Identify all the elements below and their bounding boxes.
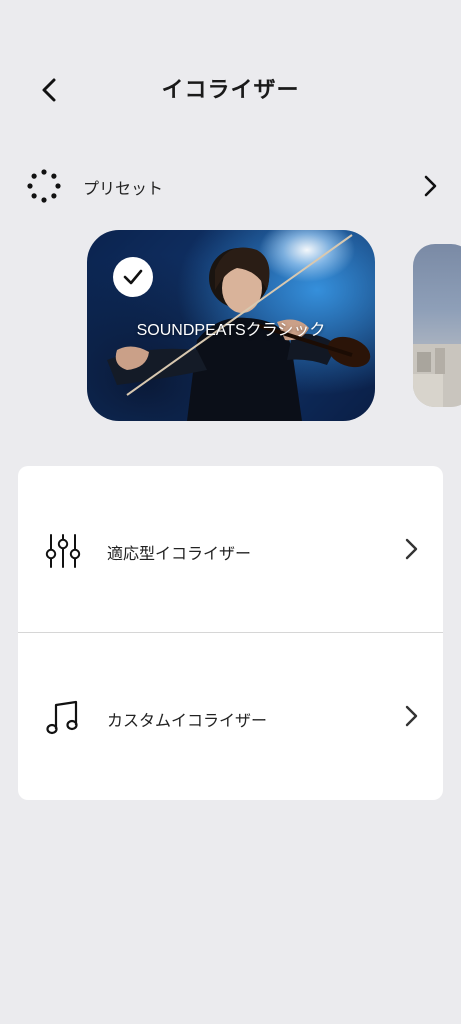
equalizer-sliders-icon — [45, 534, 81, 568]
check-icon — [123, 269, 143, 285]
dotted-circle-icon — [27, 169, 61, 203]
preset-card-classic[interactable]: SOUNDPEATSクラシック — [87, 230, 375, 421]
preset-row[interactable]: プリセット — [0, 160, 461, 212]
preset-label: プリセット — [83, 179, 164, 198]
custom-eq-row[interactable]: カスタムイコライザー — [18, 633, 443, 800]
music-note-icon — [46, 700, 78, 735]
custom-eq-label: カスタムイコライザー — [107, 711, 268, 730]
selected-check-badge — [113, 257, 153, 297]
chevron-right-icon[interactable] — [418, 174, 442, 198]
chevron-right-icon — [405, 538, 418, 560]
page-title: イコライザー — [161, 78, 300, 103]
adaptive-eq-label: 適応型イコライザー — [107, 544, 252, 563]
adaptive-eq-row[interactable]: 適応型イコライザー — [18, 466, 443, 633]
preset-card-next[interactable] — [413, 244, 461, 407]
preset-card-next-image — [413, 344, 461, 407]
header: イコライザー — [0, 0, 461, 180]
equalizer-options-panel: 適応型イコライザー カスタムイコライザー — [18, 466, 443, 800]
preset-card-title: SOUNDPEATSクラシック — [136, 322, 326, 339]
chevron-right-icon — [405, 705, 418, 727]
